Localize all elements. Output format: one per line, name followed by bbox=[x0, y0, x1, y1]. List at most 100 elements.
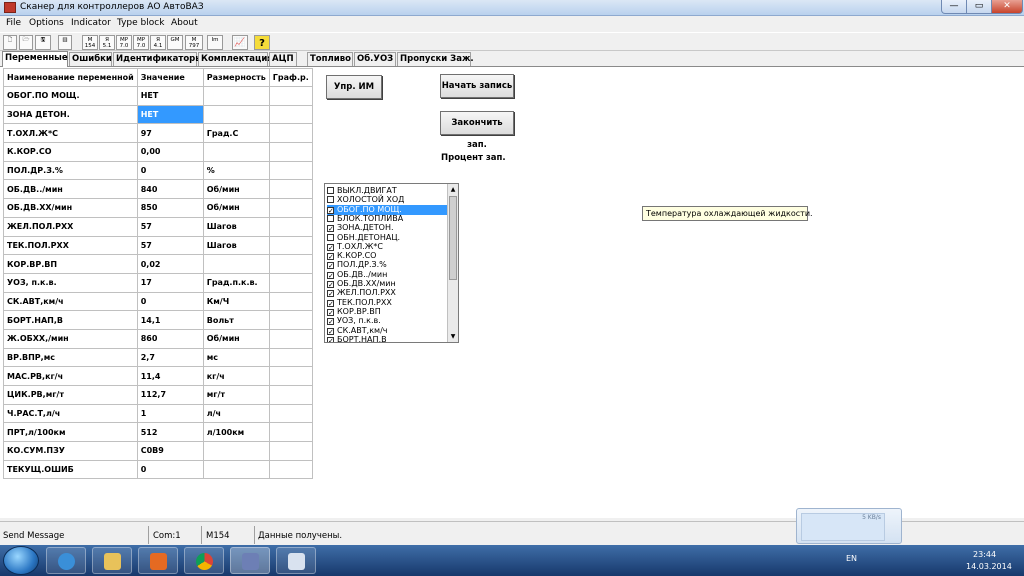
variable-unit-cell[interactable]: л/100км bbox=[202, 422, 270, 443]
table-row[interactable]: К.КОР.СО 0,00 bbox=[3, 142, 313, 162]
variable-unit-cell[interactable]: Шагов bbox=[202, 216, 270, 237]
tab-errors[interactable]: Ошибки bbox=[69, 52, 112, 67]
checkbox-checked-icon[interactable]: ✓ bbox=[327, 327, 334, 335]
checkbox-checked-icon[interactable]: ✓ bbox=[327, 299, 334, 307]
tab-fuel[interactable]: Топливо bbox=[307, 52, 353, 67]
graph-cell[interactable] bbox=[268, 459, 313, 480]
tab-ignition-timing[interactable]: Об.УОЗ bbox=[354, 52, 396, 67]
variable-value-cell[interactable]: 0 bbox=[136, 291, 204, 312]
checkbox-unchecked-icon[interactable] bbox=[327, 233, 334, 241]
graph-cell[interactable] bbox=[268, 86, 313, 106]
variable-value-cell[interactable]: C0B9 bbox=[136, 441, 204, 461]
variable-unit-cell[interactable] bbox=[202, 459, 270, 480]
variable-name-cell[interactable]: ОБ.ДВ../мин bbox=[3, 179, 138, 200]
column-header-name[interactable]: Наименование переменной bbox=[3, 68, 138, 87]
table-row[interactable]: ОБ.ДВ.ХХ/мин 850 Об/мин bbox=[3, 198, 313, 218]
graph-cell[interactable] bbox=[268, 366, 313, 386]
variable-name-cell[interactable]: ПРТ,л/100км bbox=[3, 422, 138, 443]
table-row[interactable]: Т.ОХЛ.Ж*С 97 Град.С bbox=[3, 123, 313, 144]
variable-unit-cell[interactable]: Шагов bbox=[202, 235, 270, 256]
variable-value-cell[interactable]: 512 bbox=[136, 422, 204, 443]
immo-button[interactable]: Im bbox=[207, 35, 223, 50]
record-variables-checklist[interactable]: ВЫКЛ.ДВИГАТ ХОЛОСТОЙ ХОД ✓ ОБОГ.ПО МОЩ. БЛОК… bbox=[324, 183, 459, 343]
table-row[interactable]: ОБ.ДВ../мин 840 Об/мин bbox=[3, 179, 313, 200]
taskbar-explorer-button[interactable] bbox=[92, 547, 132, 574]
close-button[interactable]: ✕ bbox=[991, 0, 1023, 14]
variable-name-cell[interactable]: К.КОР.СО bbox=[3, 142, 138, 162]
block-mp70-button[interactable]: MP 7.0 bbox=[116, 35, 132, 50]
graph-cell[interactable] bbox=[268, 328, 313, 349]
tab-configuration[interactable]: Комплектация bbox=[198, 52, 273, 67]
variable-unit-cell[interactable]: Об/мин bbox=[202, 179, 270, 200]
variable-unit-cell[interactable]: Град.С bbox=[202, 123, 270, 144]
menu-file[interactable]: File bbox=[6, 18, 21, 28]
graph-cell[interactable] bbox=[268, 254, 313, 274]
table-row[interactable]: ЖЕЛ.ПОЛ.РХХ 57 Шагов bbox=[3, 216, 313, 237]
variable-value-cell[interactable]: 1 bbox=[136, 403, 204, 424]
language-indicator[interactable]: EN bbox=[846, 554, 857, 563]
graph-cell[interactable] bbox=[268, 198, 313, 218]
variable-value-cell[interactable]: 57 bbox=[136, 235, 204, 256]
chart-icon[interactable]: 📈 bbox=[232, 35, 248, 50]
actuator-control-button[interactable]: Упр. ИМ bbox=[326, 75, 382, 99]
table-row[interactable]: МАС.РВ,кг/ч 11,4 кг/ч bbox=[3, 366, 313, 386]
clock-time[interactable]: 23:44 bbox=[973, 550, 996, 559]
variable-unit-cell[interactable]: % bbox=[202, 160, 270, 181]
table-row[interactable]: ОБОГ.ПО МОЩ. НЕТ bbox=[3, 86, 313, 106]
graph-cell[interactable] bbox=[268, 403, 313, 424]
variable-value-cell[interactable]: 112,7 bbox=[136, 385, 204, 405]
checkbox-checked-icon[interactable]: ✓ bbox=[327, 290, 334, 298]
table-row[interactable]: КОР.ВР.ВП 0,02 bbox=[3, 254, 313, 274]
variable-value-cell[interactable]: 0,00 bbox=[136, 142, 204, 162]
block-m154-button[interactable]: M 154 bbox=[82, 35, 98, 50]
column-header-value[interactable]: Значение bbox=[136, 68, 204, 87]
table-row[interactable]: ТЕКУЩ.ОШИБ 0 bbox=[3, 459, 313, 480]
variable-unit-cell[interactable] bbox=[202, 142, 270, 162]
variable-unit-cell[interactable]: Вольт bbox=[202, 310, 270, 330]
table-row[interactable]: СК.АВТ,км/ч 0 Км/Ч bbox=[3, 291, 313, 312]
tab-adc[interactable]: АЦП bbox=[269, 52, 297, 67]
variable-value-cell[interactable]: 0 bbox=[136, 160, 204, 181]
checklist-item[interactable]: ✓ БОРТ.НАП,В bbox=[327, 335, 447, 342]
graph-cell[interactable] bbox=[268, 291, 313, 312]
variable-name-cell[interactable]: ОБОГ.ПО МОЩ. bbox=[3, 86, 138, 106]
variable-name-cell[interactable]: Ж.ОБХХ,/мин bbox=[3, 328, 138, 349]
checkbox-checked-icon[interactable]: ✓ bbox=[327, 271, 334, 279]
checkbox-checked-icon[interactable]: ✓ bbox=[327, 308, 334, 316]
table-row[interactable]: ПОЛ.ДР.З.% 0% bbox=[3, 160, 313, 181]
variable-name-cell[interactable]: КОР.ВР.ВП bbox=[3, 254, 138, 274]
scroll-up-arrow-icon[interactable]: ▲ bbox=[448, 184, 458, 195]
table-row[interactable]: ЗОНА ДЕТОН. НЕТ bbox=[3, 104, 313, 125]
graph-cell[interactable] bbox=[268, 235, 313, 256]
device-button[interactable]: ▥ bbox=[58, 35, 72, 50]
checkbox-checked-icon[interactable]: ✓ bbox=[327, 243, 334, 251]
variable-unit-cell[interactable]: л/ч bbox=[202, 403, 270, 424]
graph-cell[interactable] bbox=[268, 160, 313, 181]
variable-value-cell[interactable]: НЕТ bbox=[136, 104, 204, 125]
variable-name-cell[interactable]: ТЕК.ПОЛ.РХХ bbox=[3, 235, 138, 256]
variable-name-cell[interactable]: УОЗ, п.к.в. bbox=[3, 272, 138, 293]
block-ya41-button[interactable]: Я 4.1 bbox=[150, 35, 166, 50]
variable-value-cell[interactable]: 14,1 bbox=[136, 310, 204, 330]
tab-identifiers[interactable]: Идентификаторы bbox=[113, 52, 203, 67]
checkbox-checked-icon[interactable]: ✓ bbox=[327, 318, 334, 326]
start-button[interactable] bbox=[3, 546, 39, 575]
variable-name-cell[interactable]: ЗОНА ДЕТОН. bbox=[3, 104, 138, 125]
variable-name-cell[interactable]: ЦИК.РВ,мг/т bbox=[3, 385, 138, 405]
checkbox-unchecked-icon[interactable] bbox=[327, 214, 334, 222]
table-row[interactable]: УОЗ, п.к.в. 17 Град.п.к.в. bbox=[3, 272, 313, 293]
variable-unit-cell[interactable] bbox=[202, 86, 270, 106]
variable-name-cell[interactable]: ОБ.ДВ.ХХ/мин bbox=[3, 198, 138, 218]
variable-value-cell[interactable]: 860 bbox=[136, 328, 204, 349]
menu-indicator[interactable]: Indicator bbox=[71, 18, 111, 28]
open-file-button[interactable]: 🗁 bbox=[19, 35, 33, 50]
variable-unit-cell[interactable]: кг/ч bbox=[202, 366, 270, 386]
minimize-button[interactable]: — bbox=[941, 0, 967, 14]
variable-value-cell[interactable]: 97 bbox=[136, 123, 204, 144]
checkbox-unchecked-icon[interactable] bbox=[327, 196, 334, 204]
taskbar-scanner-button[interactable] bbox=[230, 547, 270, 574]
column-header-unit[interactable]: Размерность bbox=[202, 68, 270, 87]
table-row[interactable]: ПРТ,л/100км 512 л/100км bbox=[3, 422, 313, 443]
scroll-down-arrow-icon[interactable]: ▼ bbox=[448, 331, 458, 342]
graph-cell[interactable] bbox=[268, 216, 313, 237]
